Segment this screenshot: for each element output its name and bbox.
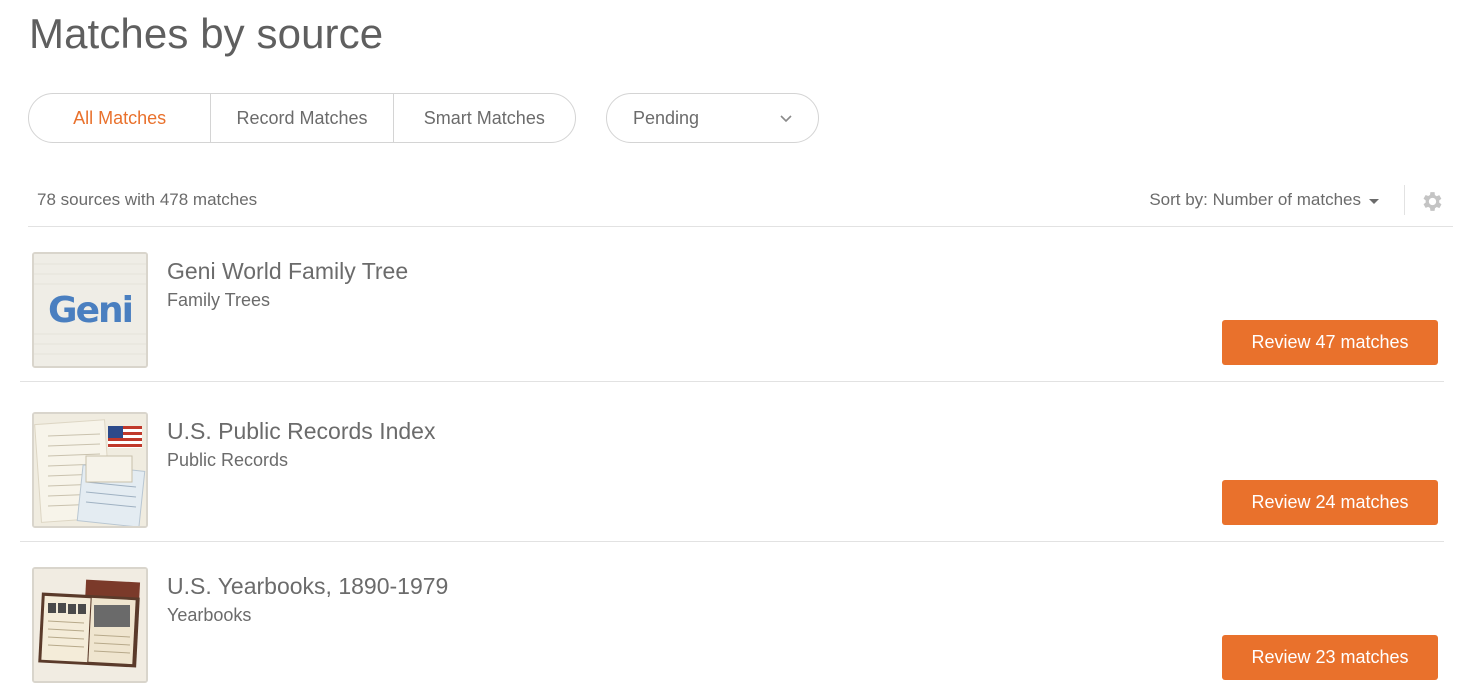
status-dropdown[interactable]: Pending	[606, 93, 819, 143]
review-matches-button[interactable]: Review 47 matches	[1222, 320, 1438, 365]
source-category: Public Records	[167, 450, 289, 470]
geni-logo-text: Geni	[48, 290, 132, 331]
geni-logo-thumbnail: Geni	[32, 252, 148, 368]
sort-dropdown[interactable]: Sort by: Number of matches	[1149, 190, 1379, 210]
match-type-filter: All Matches Record Matches Smart Matches	[28, 93, 576, 143]
source-row: U.S. Public Records Index Public Records…	[20, 387, 1444, 542]
tab-record-matches[interactable]: Record Matches	[211, 94, 394, 142]
status-dropdown-value: Pending	[633, 107, 700, 128]
source-category: Yearbooks	[167, 605, 252, 625]
public-records-thumbnail	[32, 412, 148, 528]
source-category: Family Trees	[167, 290, 271, 310]
caret-down-icon	[1369, 198, 1379, 204]
toolbar-divider	[1404, 185, 1405, 215]
source-row: U.S. Yearbooks, 1890-1979 Yearbooks Revi…	[20, 542, 1444, 695]
sources-summary: 78 sources with 478 matches	[37, 190, 258, 209]
tab-smart-matches[interactable]: Smart Matches	[394, 94, 575, 142]
page-title: Matches by source	[29, 10, 384, 57]
source-title[interactable]: U.S. Yearbooks, 1890-1979	[167, 573, 448, 600]
yearbooks-thumbnail	[32, 567, 148, 683]
source-title[interactable]: Geni World Family Tree	[167, 258, 408, 285]
sort-value: Number of matches	[1212, 190, 1361, 209]
sort-label: Sort by:	[1149, 190, 1208, 209]
source-title[interactable]: U.S. Public Records Index	[167, 418, 435, 445]
source-row: Geni Geni World Family Tree Family Trees…	[20, 227, 1444, 382]
row-divider	[20, 381, 1444, 382]
gear-icon[interactable]	[1420, 189, 1445, 214]
tab-all-matches[interactable]: All Matches	[29, 94, 212, 142]
review-matches-button[interactable]: Review 23 matches	[1222, 635, 1438, 680]
chevron-down-icon	[780, 115, 792, 123]
review-matches-button[interactable]: Review 24 matches	[1222, 480, 1438, 525]
